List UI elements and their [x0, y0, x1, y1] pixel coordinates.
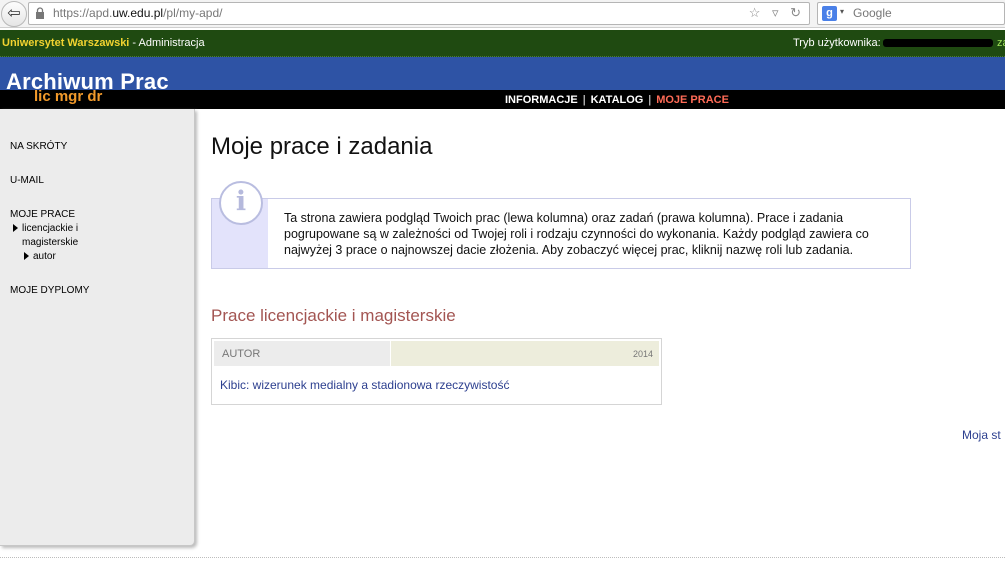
role-header-link[interactable]: AUTOR — [222, 348, 260, 360]
nav-moje-prace[interactable]: MOJE PRACE — [656, 94, 729, 106]
sidebar: NA SKRÓTY U-MAIL MOJE PRACE licencjackie… — [0, 109, 195, 546]
works-table: AUTOR 2014 Kibic: wizerunek medialny a s… — [211, 338, 662, 405]
section-title: Prace licencjackie i magisterskie — [211, 306, 456, 325]
chevron-down-icon[interactable]: ▾ — [840, 7, 844, 16]
address-bar[interactable]: https://apd.uw.edu.pl/pl/my-apd/ ☆ ▿ ↻ — [28, 2, 810, 25]
sidebar-item-diplomas[interactable]: MOJE DYPLOMY — [10, 285, 89, 296]
footer-divider — [0, 557, 1005, 558]
user-mode-cutoff-link[interactable]: za — [997, 37, 1005, 49]
role-header: AUTOR — [214, 341, 390, 366]
nav-katalog[interactable]: KATALOG — [591, 94, 644, 106]
main-nav: lic mgr dr INFORMACJE | KATALOG | MOJE PRACE — [0, 88, 1005, 109]
app-subtitle: lic mgr dr — [34, 88, 103, 105]
nav-informacje[interactable]: INFORMACJE — [505, 94, 578, 106]
info-box: Ta strona zawiera podgląd Twoich prac (l… — [211, 198, 911, 269]
url-text: https://apd.uw.edu.pl/pl/my-apd/ — [53, 6, 223, 20]
sidebar-item-bachelor-master-cont[interactable]: magisterskie — [22, 237, 78, 248]
year-header: 2014 — [391, 341, 659, 366]
sidebar-item-bachelor-master[interactable]: licencjackie i — [13, 223, 78, 234]
user-mode: Tryb użytkownika: — [793, 37, 993, 49]
search-placeholder: Google — [853, 6, 892, 20]
browser-toolbar: ⇦ https://apd.uw.edu.pl/pl/my-apd/ ☆ ▿ ↻… — [0, 0, 1005, 28]
my-page-link[interactable]: Moja st — [962, 428, 1001, 442]
google-icon[interactable]: g — [822, 6, 837, 21]
administration-link[interactable]: Administracja — [139, 37, 205, 49]
star-dropdown-reload-icons[interactable]: ☆ ▿ ↻ — [749, 5, 805, 21]
lock-icon — [36, 7, 44, 19]
info-text: Ta strona zawiera podgląd Twoich prac (l… — [284, 211, 869, 257]
sidebar-item-shortcuts[interactable]: NA SKRÓTY — [10, 141, 67, 152]
year-label: 2014 — [632, 349, 653, 359]
university-header: Uniwersytet Warszawski - Administracja — [2, 37, 205, 49]
search-bar[interactable]: g ▾ Google — [817, 2, 1005, 25]
back-arrow-icon[interactable]: ⇦ — [1, 1, 27, 27]
redacted-username — [882, 39, 993, 48]
university-link[interactable]: Uniwersytet Warszawski — [2, 37, 129, 49]
work-title-link[interactable]: Kibic: wizerunek medialny a stadionowa r… — [220, 378, 509, 392]
app-header: Archiwum Prac — [0, 57, 1005, 94]
triangle-right-icon — [24, 252, 29, 260]
page-title: Moje prace i zadania — [211, 133, 433, 160]
sidebar-item-my-works[interactable]: MOJE PRACE — [10, 209, 75, 220]
university-bar: Uniwersytet Warszawski - Administracja T… — [0, 30, 1005, 57]
sidebar-item-author[interactable]: autor — [24, 251, 56, 262]
info-icon: i — [219, 181, 263, 225]
triangle-right-icon — [13, 224, 18, 232]
sidebar-item-umail[interactable]: U-MAIL — [10, 175, 44, 186]
nav-menu: INFORMACJE | KATALOG | MOJE PRACE — [505, 94, 729, 106]
